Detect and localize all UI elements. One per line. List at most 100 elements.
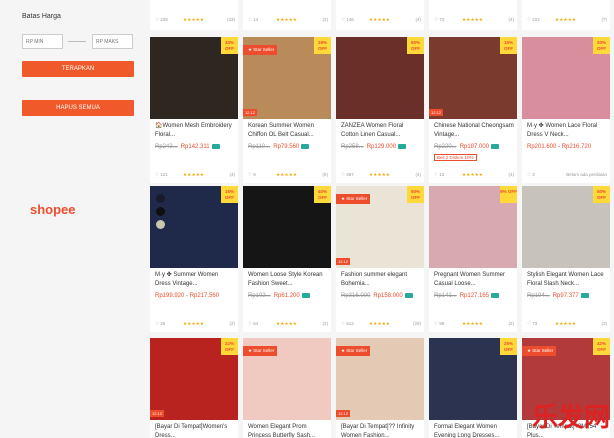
product-card-partial[interactable]: ♡ 73 ★★★★★ (4)	[429, 0, 517, 30]
sale-date-tag: 12.12	[150, 410, 165, 417]
heart-icon[interactable]: ♡ 73	[434, 17, 444, 23]
product-name[interactable]: Stylish Elegant Women Lace Floral Slash …	[527, 271, 607, 290]
rating-count: (2)	[322, 17, 329, 22]
discount-badge: 28% OFF	[314, 37, 331, 54]
product-card-partial[interactable]: ♡ 14 ★★★★★ (2)	[243, 0, 331, 30]
product-card[interactable]: 50% OFF Stylish Elegant Women Lace Flora…	[522, 186, 610, 332]
product-card[interactable]: 25% OFF Formal Elegant Women Evening Lon…	[429, 338, 517, 438]
heart-icon[interactable]: ♡ 64	[248, 321, 258, 327]
heart-icon[interactable]: ♡ 121	[155, 172, 168, 178]
rating-count: (2)	[508, 321, 515, 326]
price-row: Rp258... Rp129.000	[341, 144, 407, 150]
sale-date-tag: 12.12	[243, 109, 258, 116]
color-swatch[interactable]	[156, 220, 165, 229]
rating-count: (7)	[601, 17, 608, 22]
free-shipping-icon	[580, 293, 589, 298]
heart-icon[interactable]: ♡ 14	[248, 17, 258, 23]
product-card-partial[interactable]: ♡ 222 ★★★★★ (7)	[522, 0, 610, 30]
product-card[interactable]: ★ Star Seller Women Elegant Prom Princes…	[243, 338, 331, 438]
star-seller-label: ★ Star Seller	[522, 346, 557, 356]
rating-stars: ★★★★★	[462, 321, 484, 326]
heart-icon[interactable]: ♡ 99	[434, 321, 444, 327]
heart-icon[interactable]: ♡ 222	[527, 17, 540, 23]
product-card[interactable]: 33% OFF M·y ✤ Women Lace Floral Dress V …	[522, 37, 610, 183]
heart-icon[interactable]: ♡ 467	[341, 172, 354, 178]
price-row: Rp316.000 Rp158.000	[341, 293, 413, 299]
color-swatch[interactable]	[156, 194, 165, 203]
product-name[interactable]: Korean Summer Women Chiffon OL Belt Casu…	[248, 122, 328, 141]
product-card[interactable]: 22% OFF 12.12 [Bayar Di Tempat]Women's D…	[150, 338, 238, 438]
discount-badge: 50% OFF	[593, 186, 610, 203]
free-shipping-icon	[491, 144, 500, 149]
price-row: Rp243... Rp142.311	[155, 144, 220, 150]
product-card[interactable]: 33% OFF 🏠Women Mesh Embroidery Floral...…	[150, 37, 238, 183]
product-card[interactable]: 40% OFF Women Loose Style Korean Fashion…	[243, 186, 331, 332]
product-name[interactable]: Fashion summer elegant Bohemia...	[341, 271, 421, 290]
heart-icon[interactable]: ♡ 3	[527, 172, 535, 178]
product-card[interactable]: ★ Star Seller 50% OFF 12.12 Fashion summ…	[336, 186, 424, 332]
product-name[interactable]: Women Elegant Prom Princess Butterfly Sa…	[248, 423, 328, 438]
product-name[interactable]: [Bayar Di Tempat]?? Infinity Women Fashi…	[341, 423, 421, 438]
rating-count: (4)	[508, 17, 515, 22]
product-card[interactable]: 15% OFF M·y ✤ Summer Women Dress Vintage…	[150, 186, 238, 332]
product-name[interactable]: Pregnant Women Summer Casual Loose...	[434, 271, 514, 290]
heart-icon[interactable]: ♡ 228	[155, 17, 168, 23]
rating-count: (4)	[508, 172, 515, 177]
product-name[interactable]: ZANZEA Women Floral Cotton Linen Casual.…	[341, 122, 421, 141]
heart-icon[interactable]: ♡ 9	[248, 172, 256, 178]
apply-filter-button[interactable]: TERAPKAN	[22, 61, 134, 77]
shopee-logo: shopee	[30, 202, 76, 217]
product-name[interactable]: Chinese National Cheongsam Vintage...	[434, 122, 514, 141]
min-price-input[interactable]	[22, 34, 63, 49]
discount-badge: 50% OFF	[407, 186, 424, 203]
rating-count: (2)	[229, 321, 236, 326]
rating-count: Belum ada penilaian	[566, 172, 607, 177]
product-name[interactable]: M·y ✤ Women Lace Floral Dress V Neck...	[527, 122, 607, 141]
product-name[interactable]: 🏠Women Mesh Embroidery Floral...	[155, 122, 235, 141]
watermark-logo: 乐发网	[531, 403, 610, 433]
product-card[interactable]: ★ Star Seller 28% OFF 12.12 Korean Summe…	[243, 37, 331, 183]
rating-stars: ★★★★★	[183, 172, 205, 177]
star-seller-label: ★ Star Seller	[243, 346, 278, 356]
discount-badge: 22% OFF	[221, 338, 238, 355]
free-shipping-icon	[211, 144, 220, 149]
discount-badge: 50% OFF	[407, 37, 424, 54]
rating-stars: ★★★★★	[369, 321, 391, 326]
rating-stars: ★★★★★	[276, 321, 298, 326]
product-name[interactable]: Formal Elegant Women Evening Long Dresse…	[434, 423, 514, 438]
product-name[interactable]: [Bayar Di Tempat]Women's Dress...	[155, 423, 235, 438]
product-card-partial[interactable]: ♡ 146 ★★★★★ (4)	[336, 0, 424, 30]
promo-label: Beli 2 Diskon 10%	[434, 154, 477, 161]
rating-stars: ★★★★★	[555, 17, 577, 22]
product-card-partial[interactable]: ♡ 228 ★★★★★ (33)	[150, 0, 238, 30]
price-row: Rp141... Rp127.165	[434, 293, 500, 299]
clear-all-button[interactable]: HAPUS SEMUA	[22, 100, 134, 116]
free-shipping-icon	[398, 144, 407, 149]
rating-stars: ★★★★★	[183, 321, 205, 326]
price-row: Rp102... Rp61.200	[248, 293, 310, 299]
product-card[interactable]: 9% OFF Pregnant Women Summer Casual Loos…	[429, 186, 517, 332]
product-name[interactable]: Women Loose Style Korean Fashion Sweet..…	[248, 271, 328, 290]
star-seller-label: ★ Star Seller	[336, 194, 371, 204]
rating-count: (2)	[322, 321, 329, 326]
heart-icon[interactable]: ♡ 612	[341, 321, 354, 327]
max-price-input[interactable]	[92, 34, 133, 49]
product-card[interactable]: 50% OFF ZANZEA Women Floral Cotton Linen…	[336, 37, 424, 183]
price-row: Rp199.920 - Rp217.560	[155, 293, 220, 299]
product-grid: ♡ 228 ★★★★★ (33) ♡ 14 ★★★★★ (2) ♡ 146 ★★…	[146, 0, 614, 438]
heart-icon[interactable]: ♡ 25	[155, 321, 165, 327]
color-swatch[interactable]	[156, 207, 165, 216]
product-card[interactable]: 15% OFF 12.12 Chinese National Cheongsam…	[429, 37, 517, 183]
rating-count: (33)	[226, 17, 235, 22]
heart-icon[interactable]: ♡ 13	[434, 172, 444, 178]
product-name[interactable]: M·y ✤ Summer Women Dress Vintage...	[155, 271, 235, 290]
product-card[interactable]: ★ Star Seller 12.12 [Bayar Di Tempat]?? …	[336, 338, 424, 438]
rating-count: (4)	[415, 172, 422, 177]
rating-count: (29)	[412, 321, 421, 326]
discount-badge: 9% OFF	[500, 186, 517, 203]
heart-icon[interactable]: ♡ 73	[527, 321, 537, 327]
price-row: Rp220... Rp187.000	[434, 144, 500, 150]
heart-icon[interactable]: ♡ 146	[341, 17, 354, 23]
filter-sidebar: Batas Harga TERAPKAN HAPUS SEMUA shopee	[0, 0, 146, 438]
discount-badge: 25% OFF	[500, 338, 517, 355]
